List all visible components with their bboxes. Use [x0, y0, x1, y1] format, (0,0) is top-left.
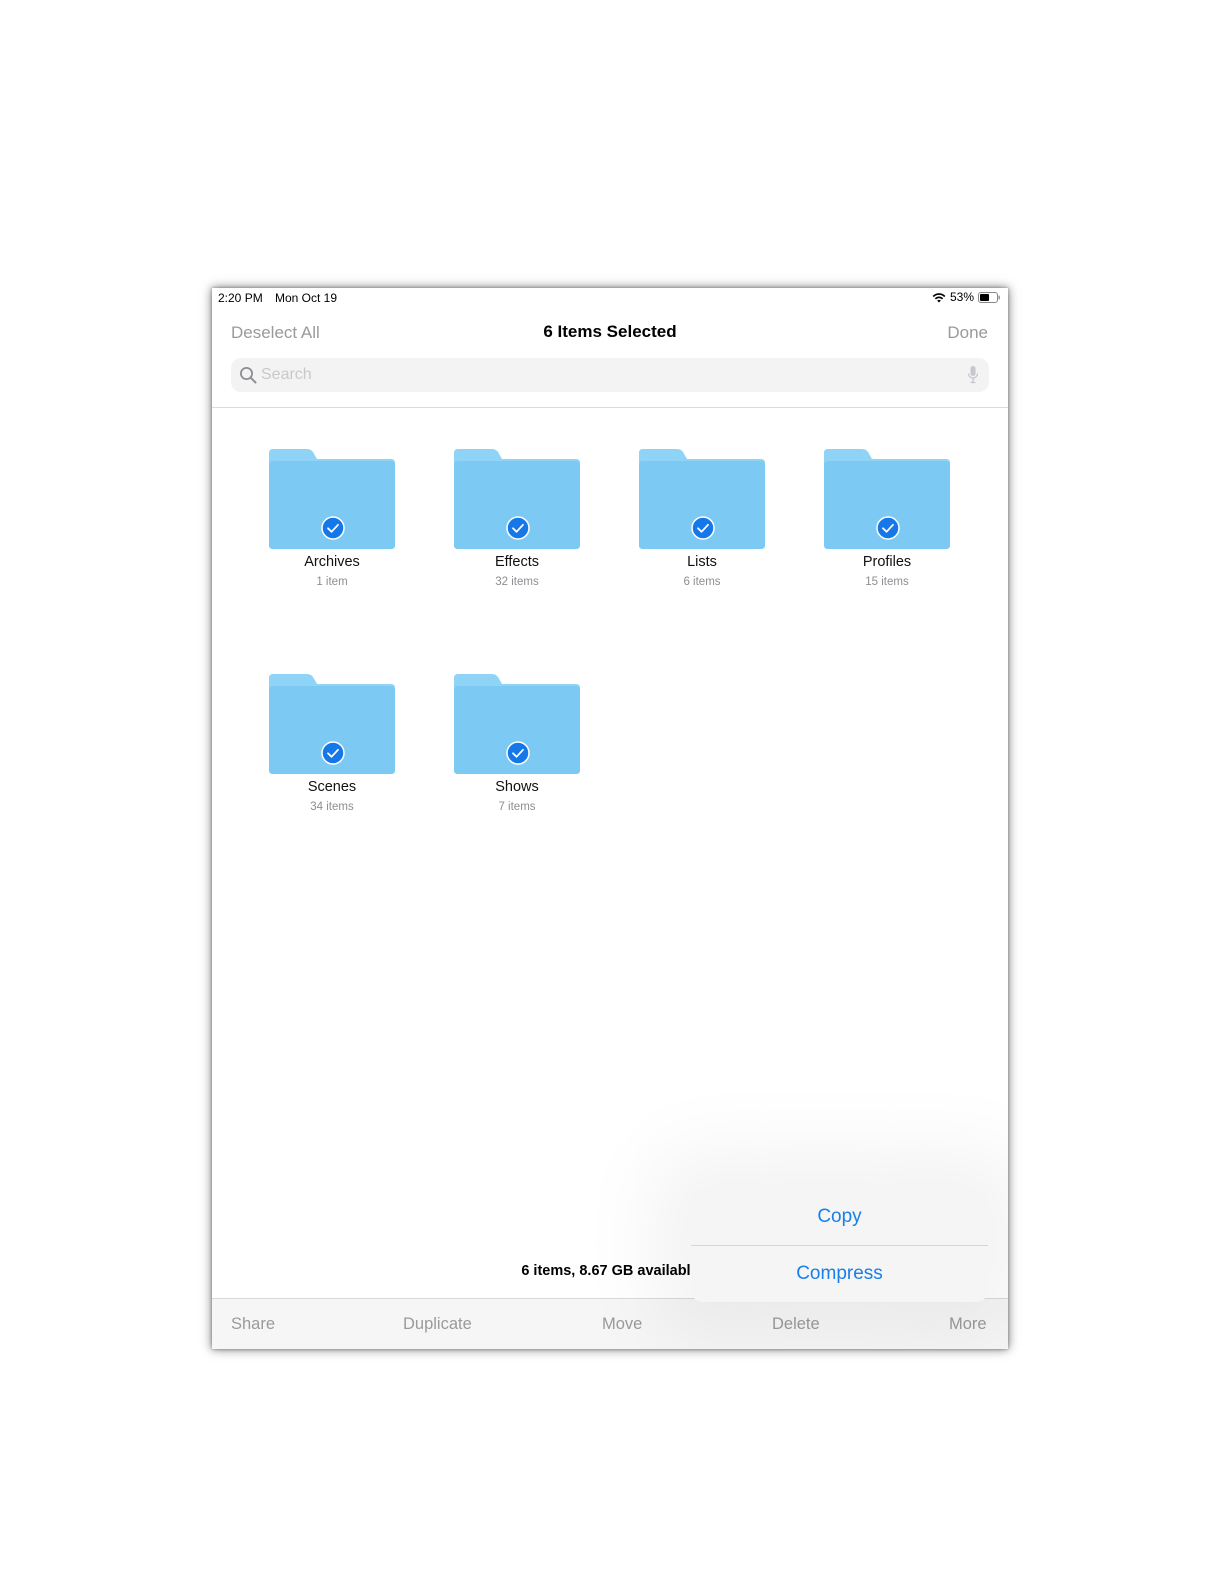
search-bar[interactable]: Search: [231, 358, 989, 392]
folder-name: Shows: [495, 779, 539, 795]
folder-scenes[interactable]: Scenes 34 items: [247, 674, 417, 834]
more-button[interactable]: More: [949, 1315, 987, 1334]
done-button[interactable]: Done: [947, 323, 988, 343]
selected-check-icon: [321, 516, 345, 540]
folder-effects[interactable]: Effects 32 items: [432, 449, 602, 609]
wifi-icon: [932, 292, 946, 302]
move-button[interactable]: Move: [602, 1315, 642, 1334]
status-date: Mon Oct 19: [275, 291, 338, 305]
header-divider: [212, 407, 1008, 408]
folder-item-count: 6 items: [683, 576, 721, 588]
share-button[interactable]: Share: [231, 1315, 275, 1334]
page-title: 6 Items Selected: [543, 322, 677, 341]
folder-name: Lists: [687, 554, 717, 570]
selected-check-icon: [321, 741, 345, 765]
compress-menu-item[interactable]: Compress: [691, 1246, 988, 1302]
selected-check-icon: [506, 741, 530, 765]
more-actions-popover: Copy Compress: [691, 1189, 988, 1302]
bottom-toolbar: Share Duplicate Move Delete More: [212, 1298, 1008, 1349]
duplicate-button[interactable]: Duplicate: [403, 1315, 472, 1334]
folder-shows[interactable]: Shows 7 items: [432, 674, 602, 834]
folder-name: Archives: [304, 554, 360, 570]
battery-icon: [978, 291, 1000, 303]
selected-check-icon: [506, 516, 530, 540]
folder-item-count: 1 item: [316, 576, 348, 588]
microphone-icon[interactable]: [967, 365, 979, 385]
selected-check-icon: [691, 516, 715, 540]
search-icon: [240, 367, 257, 384]
folder-lists[interactable]: Lists 6 items: [617, 449, 787, 609]
folder-item-count: 15 items: [865, 576, 909, 588]
copy-menu-item[interactable]: Copy: [691, 1189, 988, 1245]
folder-item-count: 34 items: [310, 801, 354, 813]
folder-name: Effects: [494, 554, 540, 570]
selected-check-icon: [876, 516, 900, 540]
status-bar: 2:20 PM Mon Oct 19 53%: [212, 288, 1008, 308]
folder-profiles[interactable]: Profiles 15 items: [802, 449, 972, 609]
status-time: 2:20 PM: [218, 291, 263, 305]
navigation-bar: Deselect All 6 Items Selected Done: [212, 308, 1008, 354]
folder-name: Profiles: [862, 554, 912, 570]
folder-item-count: 7 items: [498, 801, 536, 813]
ipad-screen: 2:20 PM Mon Oct 19 53% Deselect All 6 It…: [212, 288, 1008, 1349]
delete-button[interactable]: Delete: [772, 1315, 820, 1334]
folder-item-count: 32 items: [495, 576, 539, 588]
search-input[interactable]: Search: [261, 366, 312, 384]
folder-name: Scenes: [307, 779, 357, 795]
status-right: 53%: [932, 290, 1000, 304]
battery-percent: 53%: [949, 290, 974, 304]
folder-archives[interactable]: Archives 1 item: [247, 449, 417, 609]
